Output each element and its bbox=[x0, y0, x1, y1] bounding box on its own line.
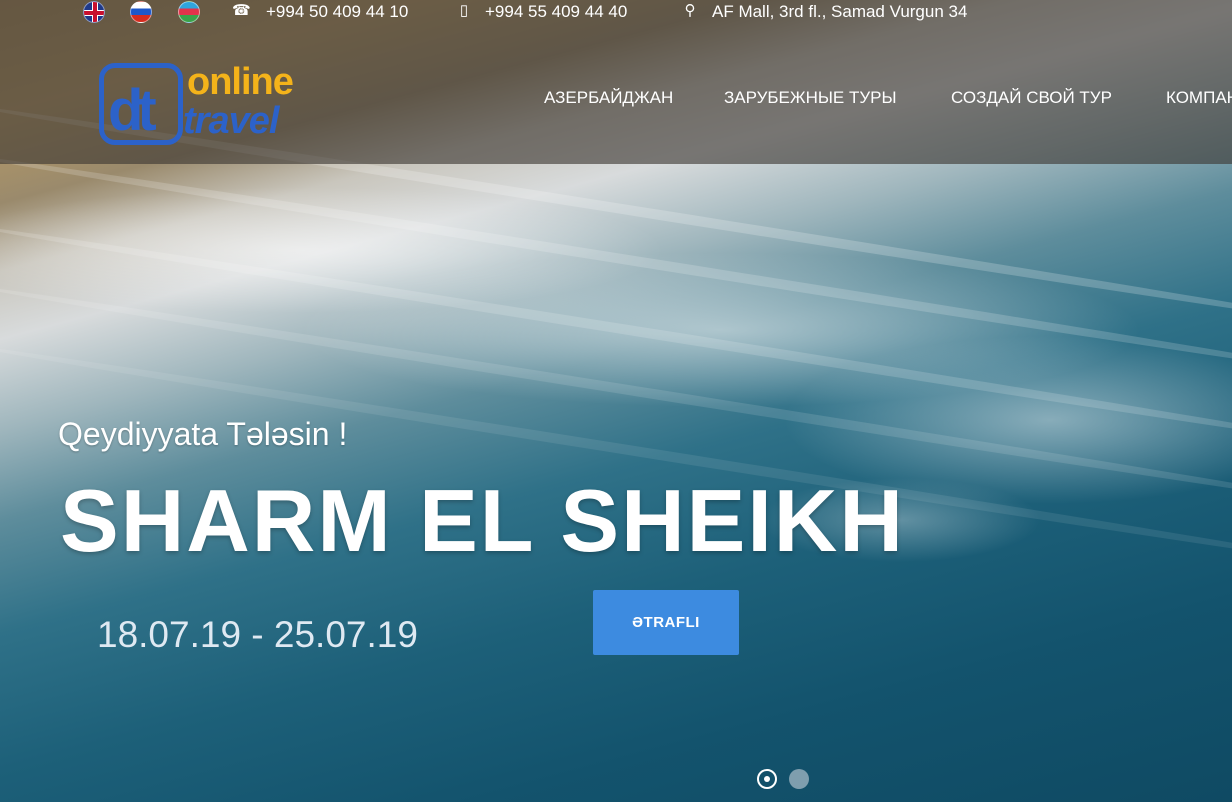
nav-item-company[interactable]: КОМПАНИЯ bbox=[1166, 86, 1232, 110]
map-pin-icon: ⚲ bbox=[684, 2, 696, 19]
nav-item-foreign-tours[interactable]: ЗАРУБЕЖНЫЕ ТУРЫ bbox=[724, 86, 897, 110]
logo-word-travel: travel bbox=[183, 100, 279, 142]
mobile-icon: ▯ bbox=[459, 2, 469, 19]
logo-mark: dt bbox=[99, 63, 183, 145]
phone-number-1[interactable]: +994 50 409 44 10 bbox=[266, 1, 408, 23]
page: ☎ +994 50 409 44 10 ▯ +994 55 409 44 40 … bbox=[0, 0, 1232, 802]
nav-item-azerbaijan[interactable]: АЗЕРБАЙДЖАН bbox=[544, 86, 673, 110]
slider-dot-1[interactable] bbox=[757, 769, 777, 789]
top-bar: ☎ +994 50 409 44 10 ▯ +994 55 409 44 40 … bbox=[0, 0, 1232, 24]
hero-subtitle: Qeydiyyata Tələsin ! bbox=[58, 416, 348, 452]
site-header: ☎ +994 50 409 44 10 ▯ +994 55 409 44 40 … bbox=[0, 0, 1232, 164]
hero-dates: 18.07.19 - 25.07.19 bbox=[97, 614, 418, 655]
nav-item-create-tour[interactable]: СОЗДАЙ СВОЙ ТУР bbox=[951, 86, 1112, 110]
site-logo[interactable]: dt online travel bbox=[99, 60, 321, 148]
logo-word-online: online bbox=[187, 61, 294, 103]
address-text: AF Mall, 3rd fl., Samad Vurgun 34 bbox=[712, 2, 968, 21]
hero-title: SHARM EL SHEIKH bbox=[60, 471, 905, 570]
slider-dot-2[interactable] bbox=[789, 769, 809, 789]
flag-uk-icon[interactable] bbox=[83, 1, 105, 23]
phone-number-2[interactable]: +994 55 409 44 40 bbox=[485, 1, 627, 23]
flag-az-icon[interactable] bbox=[178, 1, 200, 23]
phone-icon: ☎ bbox=[232, 2, 251, 19]
flag-ru-icon[interactable] bbox=[130, 1, 152, 23]
details-button[interactable]: ƏTRAFLI bbox=[593, 590, 739, 655]
